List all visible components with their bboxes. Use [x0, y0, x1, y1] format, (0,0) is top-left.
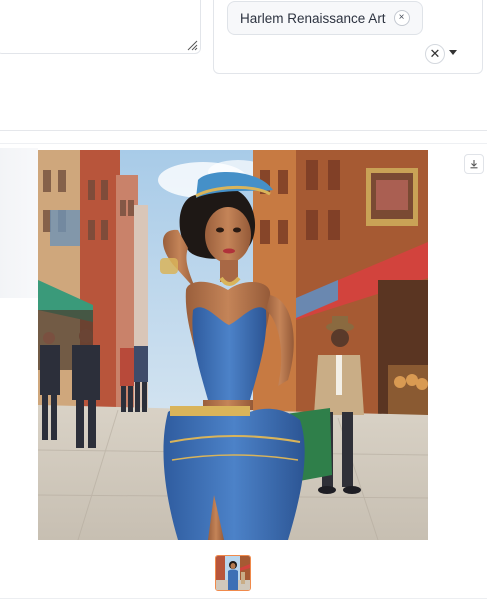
gallery-thumbnail[interactable]	[215, 555, 251, 591]
prompt-textarea[interactable]	[0, 0, 201, 54]
chip-remove-icon[interactable]: ×	[393, 10, 410, 26]
clear-all-icon[interactable]: ✕	[425, 44, 445, 64]
gallery-bottom-border	[0, 598, 487, 599]
style-dropdown[interactable]: Harlem Renaissance Art × ✕	[213, 0, 483, 74]
resize-handle-icon[interactable]	[186, 39, 198, 51]
section-divider	[0, 130, 487, 131]
style-chip: Harlem Renaissance Art ×	[227, 1, 423, 35]
generated-image[interactable]	[38, 150, 428, 540]
download-button[interactable]	[464, 154, 484, 174]
top-input-area: Harlem Renaissance Art × ✕	[0, 0, 487, 130]
gallery-background-blur	[0, 148, 38, 298]
download-icon	[470, 160, 478, 169]
dropdown-arrow-icon[interactable]	[449, 50, 457, 55]
style-chip-label: Harlem Renaissance Art	[240, 10, 386, 26]
